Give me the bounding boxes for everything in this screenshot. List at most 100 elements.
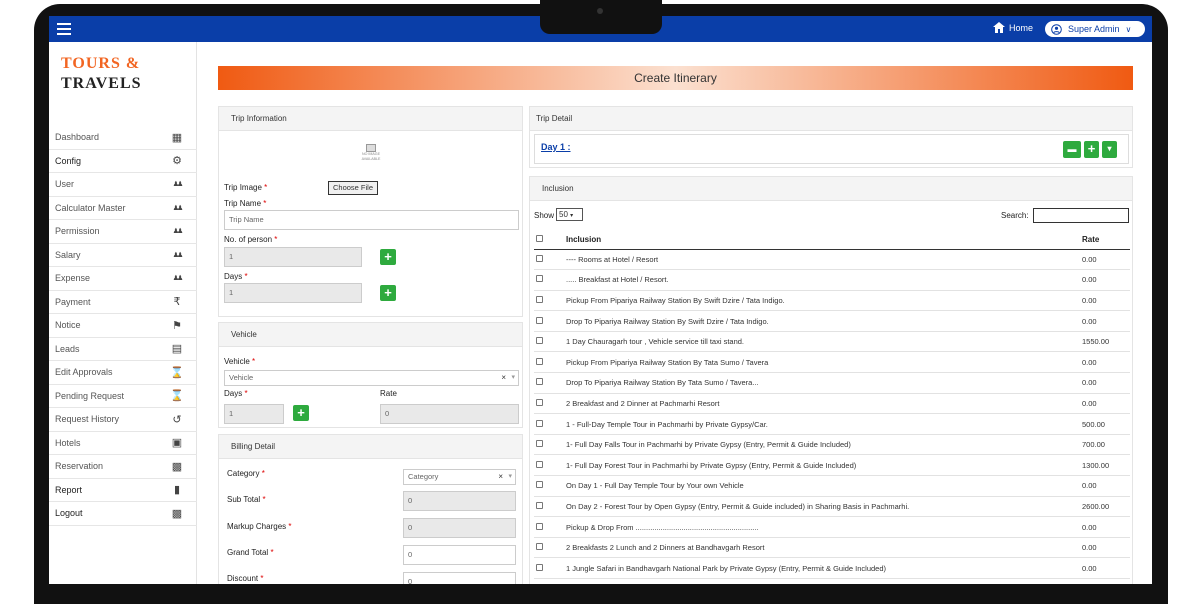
row-checkbox[interactable] bbox=[536, 337, 543, 345]
hamburger-menu-icon[interactable] bbox=[57, 23, 71, 35]
hotel-bed-icon[interactable]: ▬ bbox=[1063, 141, 1081, 158]
grand-total-input[interactable]: 0 bbox=[403, 545, 516, 565]
home-label: Home bbox=[1009, 22, 1034, 33]
chevron-down-icon[interactable]: ▾ bbox=[1102, 141, 1117, 158]
vehicle-select[interactable]: Vehicle × ▾ bbox=[224, 370, 519, 386]
inclusion-name: Pickup From Pipariya Railway Station By … bbox=[566, 290, 1082, 312]
sidebar-item-salary[interactable]: Salary ♟♟ bbox=[49, 244, 197, 267]
table-row: Pickup From Pipariya Railway Station By … bbox=[534, 351, 1130, 374]
add-day-button[interactable]: + bbox=[380, 285, 396, 301]
row-checkbox[interactable] bbox=[536, 275, 543, 283]
row-checkbox[interactable] bbox=[536, 295, 543, 303]
inclusion-rate: 0.00 bbox=[1082, 516, 1130, 538]
search-input[interactable] bbox=[1033, 208, 1129, 223]
inclusion-rate: 1550.00 bbox=[1082, 331, 1130, 353]
sidebar-item-payment[interactable]: Payment ₹ bbox=[49, 291, 197, 314]
sidebar-item-report[interactable]: Report ▮ bbox=[49, 479, 197, 502]
sidebar-item-hotels[interactable]: Hotels ▣ bbox=[49, 432, 197, 455]
sidebar-item-request-history[interactable]: Request History ↺ bbox=[49, 408, 197, 432]
lock-icon: ▩ bbox=[171, 507, 183, 520]
vehicle-rate-input[interactable]: 0 bbox=[380, 404, 519, 424]
sidebar-item-notice[interactable]: Notice ⚑ bbox=[49, 314, 197, 338]
show-label: Show bbox=[534, 211, 555, 220]
vehicle-days-input[interactable]: 1 bbox=[224, 404, 284, 424]
add-person-button[interactable]: + bbox=[380, 249, 396, 265]
row-checkbox[interactable] bbox=[536, 378, 543, 386]
sidebar-item-label: Salary bbox=[55, 249, 81, 260]
sidebar-item-edit-approvals[interactable]: Edit Approvals ⌛ bbox=[49, 361, 197, 385]
row-checkbox[interactable] bbox=[536, 543, 543, 551]
inclusion-name: Drop To Pipariya Railway Station By Tata… bbox=[566, 372, 1082, 394]
sidebar-item-reservation[interactable]: Reservation ▩ bbox=[49, 455, 197, 479]
category-label: Category * bbox=[227, 469, 265, 478]
add-vehicle-day-button[interactable]: + bbox=[293, 405, 309, 421]
inclusion-name: Pickup From Pipariya Railway Station By … bbox=[566, 351, 1082, 374]
select-all-checkbox[interactable] bbox=[536, 235, 543, 243]
sidebar-item-dashboard[interactable]: Dashboard ▦ bbox=[49, 126, 197, 150]
inclusion-header: Inclusion bbox=[530, 177, 1132, 201]
col-rate-header: Rate bbox=[1082, 231, 1130, 250]
row-checkbox[interactable] bbox=[536, 357, 543, 365]
sidebar-item-calculator-master[interactable]: Calculator Master ♟♟ bbox=[49, 197, 197, 220]
page-size-select[interactable]: 50 ▾ bbox=[556, 208, 583, 221]
markup-input[interactable]: 0 bbox=[403, 518, 516, 538]
table-row: 1 Jungle Safari in Bandhavgarh National … bbox=[534, 557, 1130, 579]
sidebar-item-label: Edit Approvals bbox=[55, 367, 113, 378]
sidebar-item-label: Leads bbox=[55, 343, 80, 354]
camera-notch bbox=[540, 0, 662, 34]
row-checkbox[interactable] bbox=[536, 563, 543, 571]
logo-line-2: TRAVELS bbox=[61, 75, 142, 92]
row-checkbox[interactable] bbox=[536, 522, 543, 530]
discount-input[interactable]: 0 bbox=[403, 572, 516, 584]
row-checkbox[interactable] bbox=[536, 501, 543, 509]
sidebar-item-expense[interactable]: Expense ♟♟ bbox=[49, 267, 197, 291]
inclusion-rate: 0.00 bbox=[1082, 537, 1130, 559]
sidebar-item-permission[interactable]: Permission ♟♟ bbox=[49, 220, 197, 244]
row-checkbox[interactable] bbox=[536, 440, 543, 448]
trip-image-label: Trip Image * bbox=[224, 183, 268, 192]
sidebar-nav: Dashboard ▦ Config ⚙ User ♟♟ Calculator Master… bbox=[49, 126, 197, 526]
inclusion-rate: 0.00 bbox=[1082, 372, 1130, 394]
sidebar-item-logout[interactable]: Logout ▩ bbox=[49, 502, 197, 526]
reservation-icon: ▩ bbox=[171, 460, 183, 473]
discount-label: Discount * bbox=[227, 574, 264, 583]
card-icon: ▤ bbox=[171, 343, 183, 356]
table-row: 2 Breakfasts 2 Lunch and 2 Dinners at Ba… bbox=[534, 537, 1130, 559]
rupee-icon: ₹ bbox=[173, 296, 181, 309]
inclusion-panel: Inclusion Show 50 ▾ Search: Inclusion Ra… bbox=[529, 176, 1133, 584]
row-checkbox[interactable] bbox=[536, 481, 543, 489]
inclusion-name: 1- Full Day Falls Tour in Pachmarhi by P… bbox=[566, 434, 1082, 456]
add-day-item-button[interactable]: + bbox=[1084, 141, 1099, 158]
home-link[interactable]: Home bbox=[993, 22, 1033, 33]
subtotal-label: Sub Total * bbox=[227, 495, 266, 504]
user-menu[interactable]: Super Admin ∨ bbox=[1045, 21, 1145, 37]
sidebar-item-user[interactable]: User ♟♟ bbox=[49, 173, 197, 197]
vehicle-header: Vehicle bbox=[219, 323, 522, 347]
days-input[interactable]: 1 bbox=[224, 283, 362, 303]
sidebar-item-label: Payment bbox=[55, 296, 91, 307]
inclusion-rate: 700.00 bbox=[1082, 434, 1130, 456]
trip-name-input[interactable]: Trip Name bbox=[224, 210, 519, 230]
day-link[interactable]: Day 1 : bbox=[541, 142, 571, 152]
sidebar-item-label: Calculator Master bbox=[55, 202, 126, 213]
row-checkbox[interactable] bbox=[536, 398, 543, 406]
sidebar-item-leads[interactable]: Leads ▤ bbox=[49, 338, 197, 361]
row-checkbox[interactable] bbox=[536, 316, 543, 324]
row-checkbox[interactable] bbox=[536, 460, 543, 468]
row-checkbox[interactable] bbox=[536, 254, 543, 262]
subtotal-input[interactable]: 0 bbox=[403, 491, 516, 511]
persons-input[interactable]: 1 bbox=[224, 247, 362, 267]
choose-file-button[interactable]: Choose File bbox=[328, 181, 379, 195]
row-checkbox[interactable] bbox=[536, 419, 543, 427]
inclusion-name: 1- Full Day Forest Tour in Pachmarhi by … bbox=[566, 454, 1082, 477]
inclusion-table: Inclusion Rate ---- Rooms at Hotel / Res… bbox=[534, 231, 1130, 584]
search-label: Search: bbox=[1001, 211, 1029, 220]
inclusion-name: 2 Breakfasts 2 Lunch and 2 Dinners at Ba… bbox=[566, 537, 1082, 559]
sidebar-item-label: Expense bbox=[55, 273, 91, 284]
table-row: Pickup From Pipariya Railway Station By … bbox=[534, 290, 1130, 312]
trip-name-label: Trip Name * bbox=[224, 199, 267, 208]
category-select[interactable]: Category × ▾ bbox=[403, 469, 516, 485]
sidebar-item-pending-request[interactable]: Pending Request ⌛ bbox=[49, 385, 197, 408]
sidebar-item-config[interactable]: Config ⚙ bbox=[49, 150, 197, 173]
trip-detail-panel: Trip Detail Day 1 : ▬ + ▾ bbox=[529, 106, 1133, 168]
